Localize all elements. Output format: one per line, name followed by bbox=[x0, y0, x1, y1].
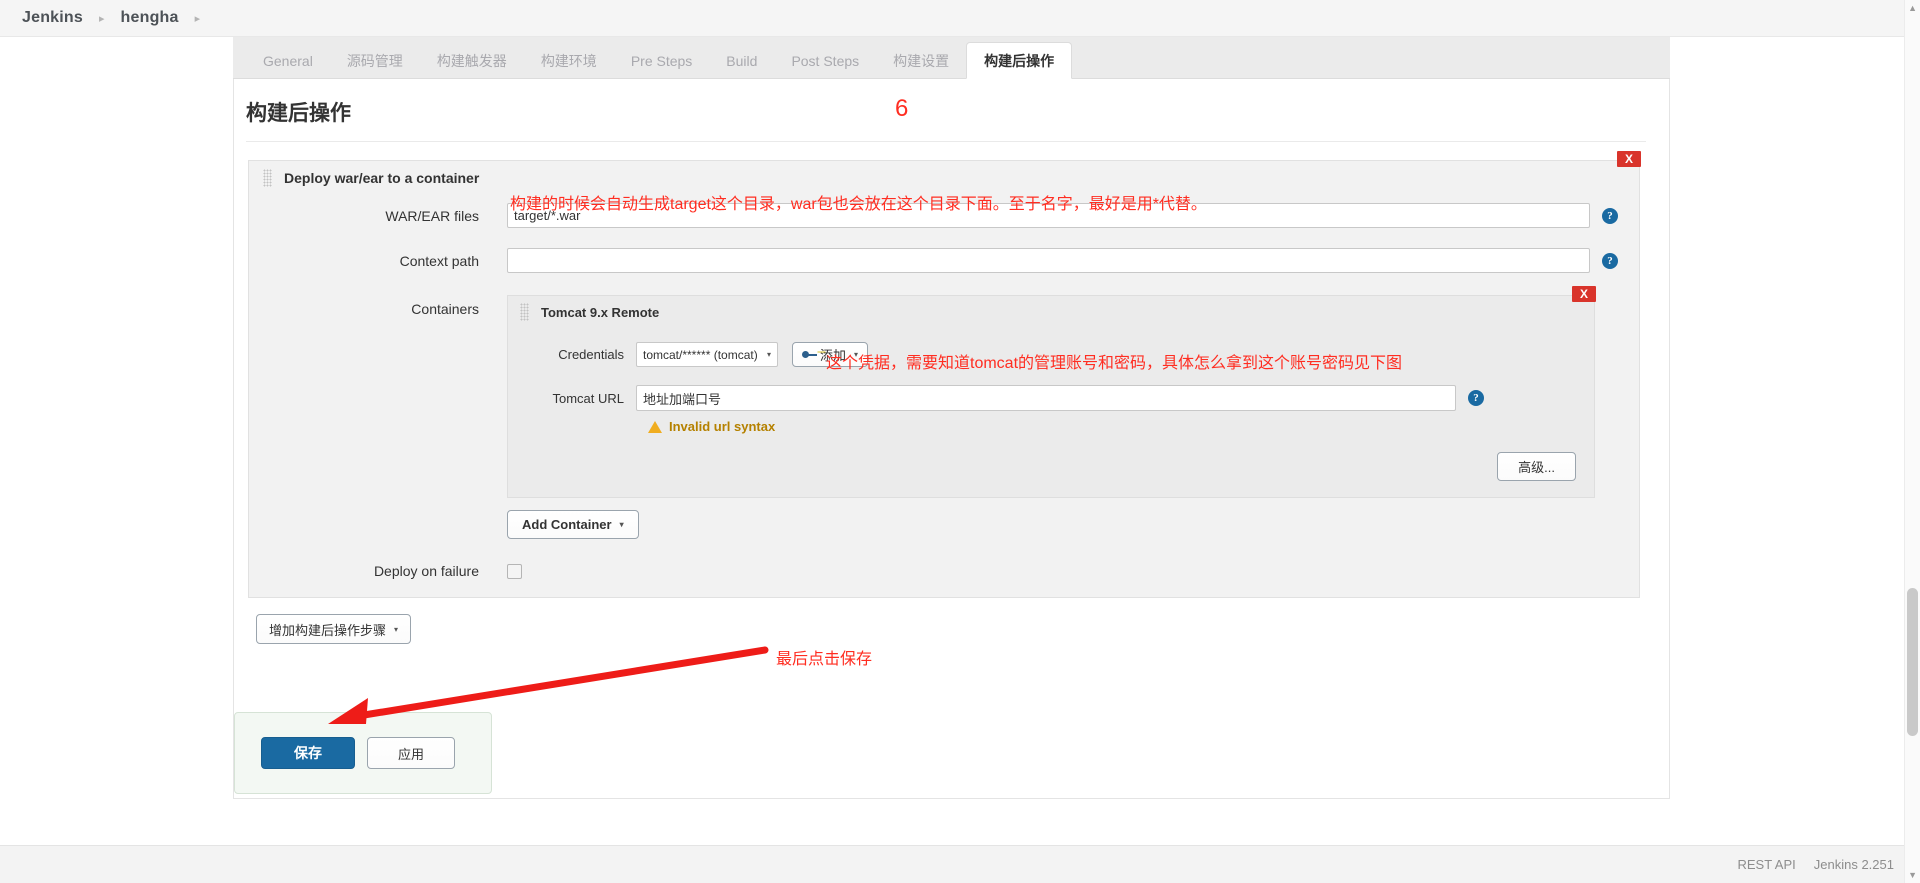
jenkins-config-page: Jenkins ▸ hengha ▸ General 源码管理 构建触发器 构建… bbox=[0, 0, 1920, 883]
scrollbar-thumb[interactable] bbox=[1907, 588, 1918, 736]
container-header: Tomcat 9.x Remote bbox=[508, 296, 1594, 328]
add-container-button[interactable]: Add Container ▾ bbox=[507, 510, 639, 539]
war-ear-files-row: WAR/EAR files ? bbox=[249, 203, 1639, 228]
tab-build-triggers[interactable]: 构建触发器 bbox=[420, 44, 524, 78]
warning-text: Invalid url syntax bbox=[669, 419, 776, 434]
help-icon-context-path[interactable]: ? bbox=[1602, 252, 1618, 269]
postbuild-step-header: Deploy war/ear to a container bbox=[249, 161, 1639, 195]
apply-button[interactable]: 应用 bbox=[367, 737, 456, 769]
chevron-down-icon-add-container: ▾ bbox=[619, 520, 624, 529]
war-ear-files-input[interactable] bbox=[507, 203, 1590, 228]
tab-post-steps[interactable]: Post Steps bbox=[774, 44, 876, 78]
tab-source-code-management[interactable]: 源码管理 bbox=[330, 44, 420, 78]
credentials-selected-value: tomcat/****** (tomcat) bbox=[643, 347, 758, 362]
breadcrumb-separator-icon: ▸ bbox=[99, 12, 105, 25]
context-path-row: Context path ? bbox=[249, 248, 1639, 273]
jenkins-version: Jenkins 2.251 bbox=[1813, 857, 1894, 872]
warning-triangle-icon bbox=[648, 420, 662, 433]
breadcrumb-separator-icon-2: ▸ bbox=[194, 12, 201, 25]
tab-post-build-actions[interactable]: 构建后操作 bbox=[966, 42, 1073, 79]
tomcat-url-validation-warning: Invalid url syntax bbox=[508, 419, 1594, 434]
tomcat-url-row: Tomcat URL ? bbox=[508, 385, 1594, 411]
drag-handle-icon-container[interactable] bbox=[520, 303, 529, 321]
deploy-on-failure-label: Deploy on failure bbox=[373, 563, 479, 579]
add-container-label: Add Container bbox=[522, 517, 612, 532]
config-panel: 构建后操作 X Deploy war/ear to a container WA… bbox=[233, 79, 1670, 799]
add-postbuild-step-row: 增加构建后操作步骤 ▾ bbox=[256, 614, 1669, 644]
delete-postbuild-step-button[interactable]: X bbox=[1617, 151, 1641, 167]
drag-handle-icon[interactable] bbox=[263, 169, 272, 187]
tomcat-url-label: Tomcat URL bbox=[552, 390, 624, 406]
credentials-row: Credentials tomcat/****** (tomcat) ▾ 添加 … bbox=[508, 342, 1594, 367]
deploy-on-failure-checkbox[interactable] bbox=[507, 563, 522, 579]
add-postbuild-step-button[interactable]: 增加构建后操作步骤 ▾ bbox=[256, 614, 412, 644]
credentials-select[interactable]: tomcat/****** (tomcat) ▾ bbox=[636, 342, 778, 367]
help-icon-tomcat-url[interactable]: ? bbox=[1468, 390, 1484, 406]
save-button[interactable]: 保存 bbox=[261, 737, 355, 769]
tab-build-environment[interactable]: 构建环境 bbox=[524, 44, 614, 78]
vertical-scrollbar[interactable]: ▲ ▼ bbox=[1904, 0, 1920, 883]
war-ear-files-label: WAR/EAR files bbox=[385, 207, 479, 224]
add-container-row: Add Container ▾ bbox=[507, 510, 1595, 539]
container-title: Tomcat 9.x Remote bbox=[541, 304, 660, 320]
chevron-down-icon-add-postbuild-step: ▾ bbox=[394, 624, 399, 634]
container-tomcat-box: X Tomcat 9.x Remote Credentials tomcat/*… bbox=[507, 286, 1596, 498]
page-title: 构建后操作 bbox=[246, 97, 1646, 142]
advanced-row: 高级... bbox=[508, 452, 1594, 481]
scroll-down-arrow-icon[interactable]: ▼ bbox=[1908, 870, 1917, 880]
deploy-on-failure-row: Deploy on failure bbox=[249, 563, 1639, 579]
postbuild-step-deploy-war: X Deploy war/ear to a container WAR/EAR … bbox=[248, 151, 1641, 598]
tab-pre-steps[interactable]: Pre Steps bbox=[614, 44, 709, 78]
tab-general[interactable]: General bbox=[246, 44, 330, 78]
containers-row: Containers X Tomcat 9.x Remote Credentia… bbox=[249, 286, 1639, 539]
breadcrumb-item-hengha[interactable]: hengha bbox=[121, 9, 179, 27]
chevron-down-icon-add-credentials: ▾ bbox=[854, 350, 859, 359]
add-credentials-label: 添加 bbox=[820, 348, 847, 363]
tomcat-url-input[interactable] bbox=[636, 385, 1456, 411]
advanced-button[interactable]: 高级... bbox=[1497, 452, 1576, 481]
credentials-label: Credentials bbox=[558, 347, 624, 362]
add-postbuild-step-label: 增加构建后操作步骤 bbox=[269, 622, 387, 638]
key-icon bbox=[802, 350, 817, 360]
config-tab-bar: General 源码管理 构建触发器 构建环境 Pre Steps Build … bbox=[233, 37, 1670, 79]
breadcrumb: Jenkins ▸ hengha ▸ bbox=[0, 0, 1920, 37]
context-path-input[interactable] bbox=[507, 248, 1590, 273]
form-action-bar: 保存 应用 bbox=[234, 712, 492, 794]
add-credentials-button[interactable]: 添加 ▾ bbox=[792, 342, 869, 367]
postbuild-step-title: Deploy war/ear to a container bbox=[284, 170, 480, 186]
breadcrumb-item-jenkins[interactable]: Jenkins bbox=[22, 9, 83, 27]
help-icon-war-ear[interactable]: ? bbox=[1602, 207, 1618, 224]
page-footer: REST API Jenkins 2.251 bbox=[0, 845, 1920, 883]
chevron-down-icon-credentials: ▾ bbox=[766, 350, 771, 359]
rest-api-link[interactable]: REST API bbox=[1737, 857, 1795, 872]
delete-container-button[interactable]: X bbox=[1572, 286, 1596, 302]
context-path-label: Context path bbox=[399, 252, 479, 269]
tab-build[interactable]: Build bbox=[709, 44, 774, 78]
containers-label: Containers bbox=[411, 301, 479, 317]
tab-build-settings[interactable]: 构建设置 bbox=[876, 44, 966, 78]
scroll-up-arrow-icon[interactable]: ▲ bbox=[1908, 3, 1917, 13]
